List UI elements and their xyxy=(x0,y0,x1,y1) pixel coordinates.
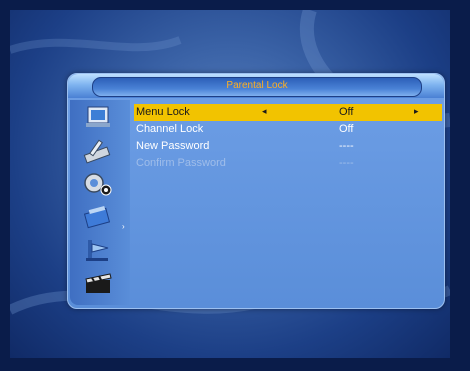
title-bar: Parental Lock xyxy=(68,74,444,98)
system-tools-icon[interactable] xyxy=(82,137,114,165)
channel-icon[interactable] xyxy=(82,203,114,231)
channel-lock-value: Off xyxy=(339,123,354,135)
window-title: Parental Lock xyxy=(226,80,288,91)
channel-lock-row[interactable]: Channel Lock Off xyxy=(134,121,442,138)
parental-lock-panel: Parental Lock › Menu Lock ◂ Off ▸ Channe… xyxy=(67,73,445,309)
tv-screen: Parental Lock › Menu Lock ◂ Off ▸ Channe… xyxy=(10,10,450,358)
settings-gears-icon[interactable] xyxy=(82,170,114,198)
installation-icon[interactable] xyxy=(82,104,114,132)
new-password-row[interactable]: New Password ---- xyxy=(134,138,442,155)
new-password-label: New Password xyxy=(136,140,210,152)
arrow-left-icon[interactable]: ◂ xyxy=(262,106,267,117)
settings-list: Menu Lock ◂ Off ▸ Channel Lock Off New P… xyxy=(134,104,442,172)
menu-lock-label: Menu Lock xyxy=(136,106,190,118)
active-section-arrow: › xyxy=(122,222,125,231)
title-pill: Parental Lock xyxy=(92,77,422,97)
sidebar-menu: › xyxy=(70,100,130,305)
menu-lock-value: Off xyxy=(339,106,354,118)
confirm-password-value: ---- xyxy=(339,157,354,169)
confirm-password-label: Confirm Password xyxy=(136,157,226,169)
confirm-password-row: Confirm Password ---- xyxy=(134,155,442,172)
clapper-icon[interactable] xyxy=(82,269,114,297)
arrow-right-icon[interactable]: ▸ xyxy=(414,106,419,117)
new-password-value: ---- xyxy=(339,140,354,152)
channel-lock-label: Channel Lock xyxy=(136,123,204,135)
media-icon[interactable] xyxy=(82,236,114,264)
menu-lock-row[interactable]: Menu Lock ◂ Off ▸ xyxy=(134,104,442,121)
